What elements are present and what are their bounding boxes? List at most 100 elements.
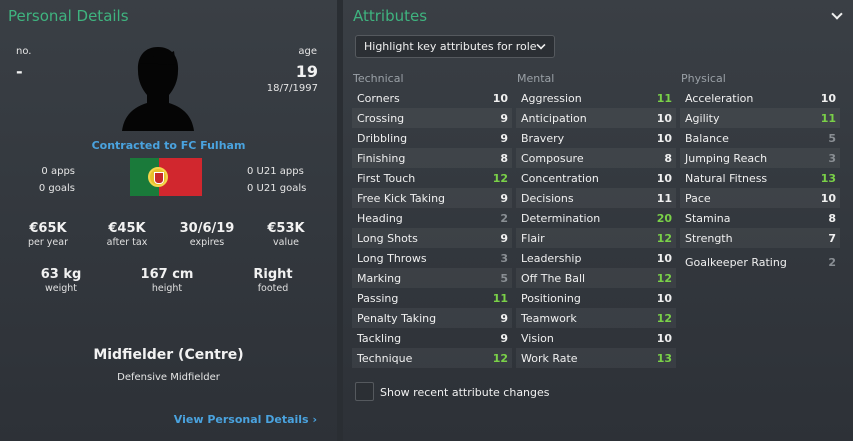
attribute-name: Aggression [521,92,582,105]
chevron-right-icon: › [312,413,317,426]
attribute-row: Marking 5 [352,268,512,288]
technical-attributes-list: Corners 10 Crossing 9 Dribbling 9 Finishing 8 Fi… [352,88,512,368]
attribute-name: Penalty Taking [357,312,437,325]
attribute-value: 5 [500,272,508,285]
expires-value: 30/6/19 [179,221,235,236]
nationality-flag-icon [130,158,202,196]
after-tax-value: €45K [108,221,146,236]
attribute-value: 9 [500,332,508,345]
attribute-value: 12 [492,352,508,365]
attribute-row: Technique 12 [352,348,512,368]
wage-label: per year [28,237,68,248]
attribute-value: 8 [664,152,672,165]
attribute-row: Anticipation 10 [516,108,676,128]
attribute-value: 5 [828,132,836,145]
highlight-role-dropdown[interactable]: Highlight key attributes for role [355,35,555,58]
attribute-name: Bravery [521,132,565,145]
attribute-name: Crossing [357,112,405,125]
goalkeeper-rating: Goalkeeper Rating 2 [680,252,840,272]
attribute-row: Corners 10 [352,88,512,108]
squad-number-value: - [16,62,23,81]
attribute-row: Off The Ball 12 [516,268,676,288]
contract-club-link[interactable]: Contracted to FC Fulham [0,139,337,152]
attribute-value: 13 [656,352,672,365]
weight-value: 63 kg [40,267,82,282]
attribute-value: 9 [500,132,508,145]
attribute-name: Long Shots [357,232,418,245]
attributes-panel: Attributes Highlight key attributes for … [343,0,853,441]
mental-header: Mental [517,72,555,85]
attribute-name: Marking [357,272,402,285]
attribute-name: Determination [521,212,601,225]
personal-details-title: Personal Details [8,7,129,25]
player-weight: 63 kg weight [21,267,101,294]
attribute-name: Long Throws [357,252,427,265]
highlight-role-dropdown-label: Highlight key attributes for role [364,40,537,53]
attribute-value: 11 [492,292,508,305]
attribute-row: Passing 11 [352,288,512,308]
attribute-value: 9 [500,312,508,325]
attribute-row: Dribbling 9 [352,128,512,148]
player-role: Defensive Midfielder [117,372,220,383]
attribute-name: Teamwork [521,312,577,325]
attribute-value: 10 [820,192,836,205]
attribute-row: Finishing 8 [352,148,512,168]
attribute-row: Determination 20 [516,208,676,228]
player-value: €53K value [246,221,326,248]
attribute-row: Positioning 10 [516,288,676,308]
u21-goals-count: 0 U21 goals [247,183,307,194]
view-personal-details-label: View Personal Details [173,413,309,426]
attribute-name: Vision [521,332,554,345]
attribute-row: Natural Fitness 13 [680,168,840,188]
attribute-row: Long Throws 3 [352,248,512,268]
attribute-value: 10 [656,112,672,125]
height-label: height [151,283,183,294]
attribute-value: 10 [656,132,672,145]
attribute-row: Balance 5 [680,128,840,148]
apps-count: 0 apps [41,166,75,177]
value-label: value [273,237,299,248]
attribute-row: Acceleration 10 [680,88,840,108]
attribute-value: 10 [656,172,672,185]
attribute-row: Long Shots 9 [352,228,512,248]
attribute-row: Leadership 10 [516,248,676,268]
attribute-name: Technique [357,352,413,365]
value-amount: €53K [267,221,305,236]
player-footed: Right footed [233,267,313,294]
attribute-value: 7 [828,232,836,245]
wage-after-tax: €45K after tax [87,221,167,248]
attribute-row: Agility 11 [680,108,840,128]
player-silhouette-icon [122,47,194,131]
attribute-value: 2 [500,212,508,225]
attribute-value: 10 [656,252,672,265]
attribute-value: 12 [656,312,672,325]
attribute-row: Teamwork 12 [516,308,676,328]
personal-details-panel: Personal Details no. - age 19 18/7/1997 … [0,0,337,441]
show-attribute-changes-checkbox[interactable] [355,382,374,401]
attribute-name: Composure [521,152,584,165]
show-attribute-changes-label: Show recent attribute changes [380,386,550,399]
attribute-row: Vision 10 [516,328,676,348]
attribute-row: Aggression 11 [516,88,676,108]
age-label: age [298,46,317,57]
technical-header: Technical [353,72,404,85]
attribute-row: Heading 2 [352,208,512,228]
attribute-name: Acceleration [685,92,754,105]
attribute-value: 9 [500,192,508,205]
attribute-name: Leadership [521,252,582,265]
attribute-value: 8 [828,212,836,225]
attribute-value: 11 [656,92,672,105]
mental-attributes-list: Aggression 11 Anticipation 10 Bravery 10 Compo… [516,88,676,368]
attribute-value: 13 [820,172,836,185]
goalkeeper-rating-label: Goalkeeper Rating [685,256,787,269]
attribute-name: Strength [685,232,733,245]
attribute-row: First Touch 12 [352,168,512,188]
attribute-value: 12 [656,232,672,245]
attribute-name: Anticipation [521,112,587,125]
height-value: 167 cm [140,267,194,282]
view-personal-details-link[interactable]: View Personal Details › [174,413,317,426]
chevron-down-icon[interactable] [831,8,843,20]
attribute-name: Tackling [357,332,402,345]
attribute-name: Finishing [357,152,406,165]
attributes-title: Attributes [353,7,428,25]
